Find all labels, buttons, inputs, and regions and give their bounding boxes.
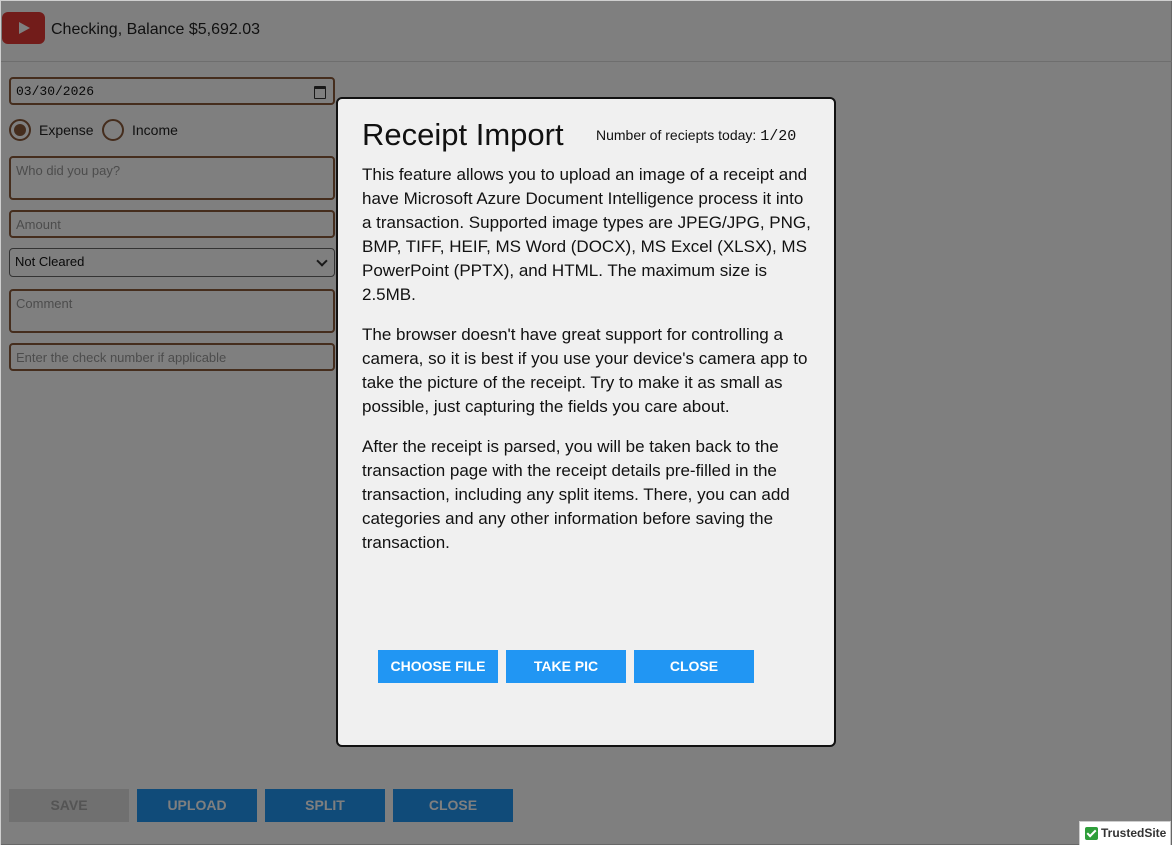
trustedsite-label: TrustedSite <box>1101 826 1167 840</box>
take-pic-button[interactable]: TAKE PIC <box>506 650 626 683</box>
checkmark-icon <box>1085 827 1098 840</box>
trustedsite-badge[interactable]: TrustedSite <box>1079 821 1171 845</box>
dialog-close-button[interactable]: CLOSE <box>634 650 754 683</box>
dialog-paragraph: The browser doesn't have great support f… <box>362 325 808 416</box>
receipt-count-value: 1/20 <box>760 128 797 145</box>
receipt-count-label: Number of reciepts today: <box>596 127 757 143</box>
receipt-import-dialog: Receipt Import Number of reciepts today:… <box>336 97 836 747</box>
dialog-title: Receipt Import <box>362 117 564 152</box>
choose-file-button[interactable]: CHOOSE FILE <box>378 650 498 683</box>
dialog-body: This feature allows you to upload an ima… <box>362 163 814 571</box>
dialog-paragraph: This feature allows you to upload an ima… <box>362 165 811 304</box>
receipt-count: Number of reciepts today: 1/20 <box>596 127 796 145</box>
transaction-page: Checking, Balance $5,692.03 03/30/2026 E… <box>0 0 1172 845</box>
dialog-paragraph: After the receipt is parsed, you will be… <box>362 437 790 552</box>
